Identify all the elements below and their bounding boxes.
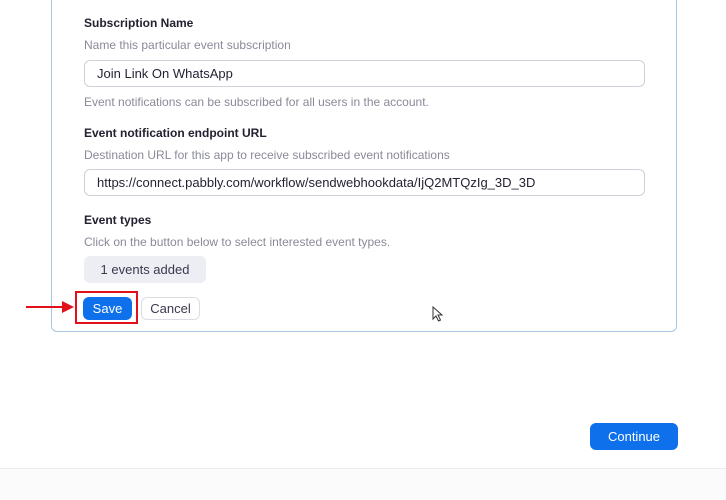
subscription-name-hint: Name this particular event subscription xyxy=(84,38,291,52)
footer-area xyxy=(0,469,726,500)
subscription-name-input[interactable]: Join Link On WhatsApp xyxy=(84,60,645,87)
endpoint-url-input[interactable]: https://connect.pabbly.com/workflow/send… xyxy=(84,169,645,196)
endpoint-url-hint: Destination URL for this app to receive … xyxy=(84,148,450,162)
endpoint-url-label: Event notification endpoint URL xyxy=(84,126,267,140)
subscription-name-label: Subscription Name xyxy=(84,16,194,30)
continue-button[interactable]: Continue xyxy=(590,423,678,450)
page: Subscription Name Name this particular e… xyxy=(0,0,726,500)
cancel-button[interactable]: Cancel xyxy=(141,297,200,320)
red-arrow-right-icon xyxy=(26,301,74,313)
event-types-hint: Click on the button below to select inte… xyxy=(84,235,391,249)
mouse-cursor-icon xyxy=(432,306,444,322)
subscription-name-note: Event notifications can be subscribed fo… xyxy=(84,95,429,109)
save-button[interactable]: Save xyxy=(83,297,132,320)
events-added-button[interactable]: 1 events added xyxy=(84,256,206,283)
event-types-label: Event types xyxy=(84,213,152,227)
